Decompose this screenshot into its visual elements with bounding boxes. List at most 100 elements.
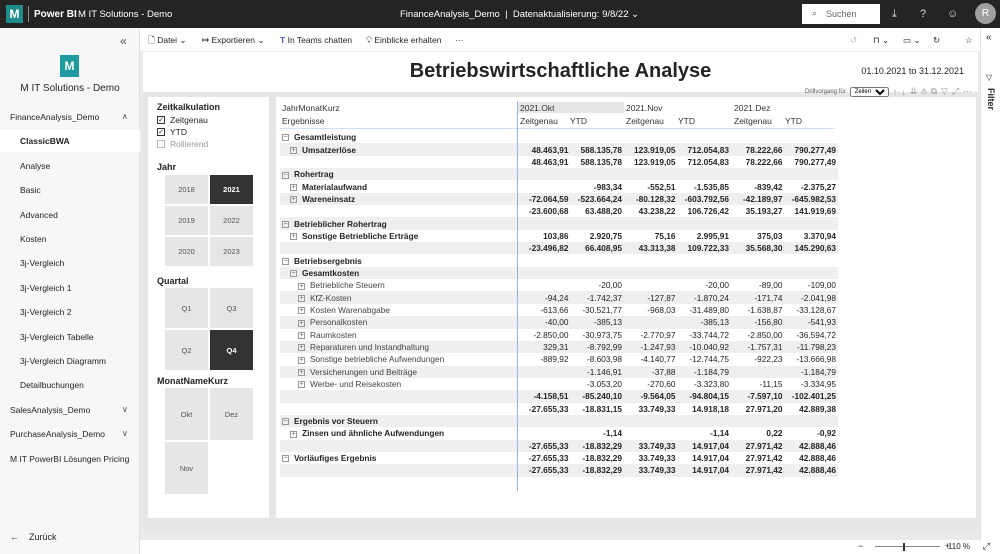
row-label[interactable]: − Betriebsergebnis: [280, 254, 517, 266]
row-label[interactable]: [280, 439, 517, 452]
more-icon[interactable]: ⋯: [963, 86, 972, 97]
search-input[interactable]: ⌕ Suchen: [802, 4, 880, 24]
row-label[interactable]: [280, 403, 517, 415]
help-icon[interactable]: ?: [920, 8, 926, 20]
slicer-tile[interactable]: Q2: [165, 330, 208, 370]
row-label[interactable]: + Zinsen und ähnliche Aufwendungen: [280, 427, 517, 439]
sidebar-item[interactable]: 3j-Vergleich Diagramm: [0, 350, 140, 372]
collapse-icon[interactable]: −: [282, 455, 289, 463]
more-options-button[interactable]: ···: [455, 35, 464, 45]
sidebar-item[interactable]: 3j-Vergleich 1: [0, 277, 140, 299]
row-label[interactable]: + Sonstige Betriebliche Erträge: [280, 230, 517, 242]
measure-header[interactable]: Zeitgenau: [520, 116, 558, 126]
export-menu[interactable]: ↦ Exportieren ⌄: [202, 35, 264, 46]
app-name[interactable]: Power BI: [34, 9, 77, 20]
sidebar-item[interactable]: Analyse: [0, 155, 140, 177]
sidebar-item[interactable]: PurchaseAnalysis_Demo ∨: [0, 423, 140, 445]
row-label[interactable]: + Umsatzerlöse: [280, 143, 517, 156]
collapse-icon[interactable]: −: [290, 270, 297, 278]
drill-up-icon[interactable]: ↑: [893, 87, 898, 97]
expand-icon[interactable]: +: [290, 183, 297, 191]
collapse-nav-icon[interactable]: «: [120, 34, 127, 48]
measure-header[interactable]: YTD: [678, 116, 695, 126]
drill-down-icon[interactable]: ↓: [901, 87, 906, 97]
download-icon[interactable]: ⤓: [892, 8, 897, 21]
row-label[interactable]: − Gesamtleistung: [280, 131, 517, 143]
row-label[interactable]: + Raumkosten: [280, 329, 517, 341]
feedback-smiley-icon[interactable]: ☺: [947, 8, 958, 20]
workspace-name[interactable]: M IT Solutions - Demo: [78, 9, 172, 20]
checkbox[interactable]: ✓: [157, 128, 165, 136]
filter-pane[interactable]: « ▽ Filter: [980, 28, 1000, 540]
collapse-icon[interactable]: −: [282, 171, 289, 179]
undo-icon[interactable]: ↺: [850, 35, 857, 46]
month-header[interactable]: 2021.Dez: [734, 103, 770, 113]
expand-all-icon[interactable]: ⫛: [921, 86, 926, 97]
expand-pane-icon[interactable]: «: [986, 32, 992, 43]
row-label[interactable]: − Rohertrag: [280, 168, 517, 181]
expand-icon[interactable]: +: [290, 430, 297, 438]
expand-icon[interactable]: +: [298, 369, 305, 377]
copy-icon[interactable]: ⧉: [931, 86, 937, 97]
focus-mode-icon[interactable]: ⤢: [952, 86, 959, 97]
refresh-icon[interactable]: ↻: [933, 35, 940, 46]
checkbox-option[interactable]: ✓ Zeitgenau: [157, 115, 208, 125]
slicer-tile[interactable]: Okt: [165, 388, 208, 440]
collapse-icon[interactable]: −: [282, 418, 289, 426]
month-header[interactable]: 2021.Okt: [520, 103, 555, 113]
drill-select[interactable]: Zeilen: [849, 86, 889, 97]
collapse-icon[interactable]: −: [282, 220, 289, 228]
sidebar-item[interactable]: 3j-Vergleich Tabelle: [0, 326, 140, 348]
sidebar-item[interactable]: FinanceAnalysis_Demo ∧: [0, 106, 140, 128]
sidebar-item[interactable]: Basic: [0, 179, 140, 201]
measure-header[interactable]: Zeitgenau: [626, 116, 664, 126]
zoom-out-icon[interactable]: −: [858, 541, 863, 551]
row-label[interactable]: − Ergebnis vor Steuern: [280, 414, 517, 428]
view-icon[interactable]: ▭ ⌄: [903, 35, 921, 46]
expand-icon[interactable]: +: [298, 344, 305, 352]
favorite-star-icon[interactable]: ☆: [965, 35, 973, 46]
row-label[interactable]: + Wareneinsatz: [280, 192, 517, 206]
row-label[interactable]: + Versicherungen und Beiträge: [280, 365, 517, 378]
sidebar-item[interactable]: ClassicBWA: [0, 130, 140, 153]
row-label[interactable]: + Kosten Warenabgabe: [280, 304, 517, 316]
slicer-tile[interactable]: 2020: [165, 237, 208, 266]
row-label[interactable]: + Personalkosten: [280, 316, 517, 329]
checkbox[interactable]: ✓: [157, 116, 165, 124]
slicer-tile[interactable]: Q4: [210, 330, 253, 370]
report-info[interactable]: FinanceAnalysis_Demo | Datenaktualisieru…: [400, 9, 639, 20]
row-label[interactable]: [280, 464, 517, 477]
expand-icon[interactable]: +: [298, 331, 305, 339]
slicer-tile[interactable]: 2021: [210, 175, 253, 204]
row-label[interactable]: [280, 242, 517, 255]
sidebar-item[interactable]: Advanced: [0, 204, 140, 226]
insights-button[interactable]: 💡︎ Einblicke erhalten: [366, 35, 441, 46]
fit-page-icon[interactable]: ⤢: [983, 541, 990, 552]
row-label[interactable]: + Sonstige betriebliche Aufwendungen: [280, 353, 517, 365]
expand-icon[interactable]: +: [290, 196, 297, 204]
slicer-tile[interactable]: 2018: [165, 175, 208, 204]
row-label[interactable]: + Reparaturen und Instandhaltung: [280, 340, 517, 354]
file-menu[interactable]: 🗋 Datei ⌄: [148, 35, 187, 49]
next-level-icon[interactable]: ⇊: [910, 86, 918, 97]
row-label[interactable]: [280, 205, 517, 217]
back-button[interactable]: ← Zurück: [10, 532, 57, 542]
slicer-tile[interactable]: Nov: [165, 442, 208, 494]
row-label[interactable]: [280, 156, 517, 168]
sidebar-item[interactable]: Kosten: [0, 228, 140, 250]
filter-icon[interactable]: ▽: [941, 86, 948, 97]
row-label[interactable]: + Materialaufwand: [280, 180, 517, 192]
slicer-tile[interactable]: 2023: [210, 237, 253, 266]
bookmark-icon[interactable]: ⊓ ⌄: [873, 35, 889, 46]
slicer-tile[interactable]: 2019: [165, 206, 208, 235]
slicer-tile[interactable]: Q3: [210, 288, 253, 328]
expand-icon[interactable]: +: [298, 381, 305, 389]
row-label[interactable]: + KfZ-Kosten: [280, 291, 517, 304]
expand-icon[interactable]: +: [290, 146, 297, 154]
checkbox-option[interactable]: ✓ YTD: [157, 127, 187, 137]
expand-icon[interactable]: +: [298, 282, 305, 290]
row-label[interactable]: + Betriebliche Steuern: [280, 279, 517, 291]
expand-icon[interactable]: +: [298, 356, 305, 364]
collapse-icon[interactable]: −: [282, 134, 289, 142]
slicer-tile[interactable]: Q1: [165, 288, 208, 328]
